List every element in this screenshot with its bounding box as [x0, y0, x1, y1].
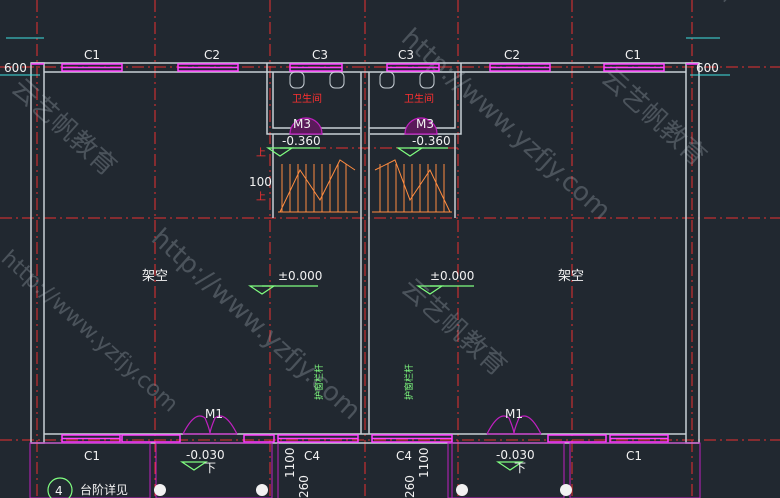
railing-note: 护窗栏杆 — [313, 364, 325, 400]
label-m3: M3 — [293, 117, 311, 131]
stair-down-label: 下 — [514, 461, 526, 475]
step-dots — [154, 484, 572, 496]
elevation-bath: -0.360 — [282, 134, 321, 148]
label-c3: C3 — [312, 48, 328, 62]
elevation-ground: ±0.000 — [430, 269, 474, 283]
floor-plan-drawing: http://www.yzfjy.com http://www.yzfjy.co… — [0, 0, 780, 498]
label-c2: C2 — [204, 48, 220, 62]
dim-100: 100 — [249, 175, 272, 189]
step-detail-note: 台阶详见 — [80, 482, 128, 497]
room-label-open-space: 架空 — [558, 269, 584, 284]
label-c2: C2 — [504, 48, 520, 62]
stairs-left — [278, 159, 358, 213]
axis-grid — [0, 0, 780, 498]
label-c1: C1 — [625, 48, 641, 62]
label-m3: M3 — [416, 117, 434, 131]
elevation-bath: -0.360 — [412, 134, 451, 148]
label-c4: C4 — [396, 449, 412, 463]
dim-1100: 1100 — [417, 447, 431, 478]
label-c1: C1 — [84, 449, 100, 463]
elevation-entry: -0.030 — [496, 448, 535, 462]
watermark-brand: 云艺帆教育 — [595, 63, 712, 172]
stair-up-label: 上 — [256, 147, 266, 159]
label-m1: M1 — [205, 407, 223, 421]
room-label-bathroom: 卫生间 — [292, 92, 322, 105]
bathroom-fixtures — [289, 71, 435, 89]
elevation-entry: -0.030 — [186, 448, 225, 462]
detail-number: 4 — [55, 484, 63, 498]
dim-260: 260 — [403, 475, 417, 498]
label-c4: C4 — [304, 449, 320, 463]
railing-note: 护窗栏杆 — [403, 364, 415, 400]
watermark-fragment: yzfjy — [707, 0, 762, 4]
label-c3: C3 — [398, 48, 414, 62]
stair-up-label: 上 — [256, 191, 266, 203]
dim-260: 260 — [297, 475, 311, 498]
watermark-brand: 云艺帆教育 — [5, 73, 122, 182]
room-label-open-space: 架空 — [142, 269, 168, 284]
dim-600: 600 — [696, 61, 719, 75]
label-c1: C1 — [626, 449, 642, 463]
label-m1: M1 — [505, 407, 523, 421]
room-label-bathroom: 卫生间 — [404, 92, 434, 105]
dim-1100: 1100 — [283, 447, 297, 478]
stair-down-label: 下 — [204, 461, 216, 475]
elevation-ground: ±0.000 — [278, 269, 322, 283]
stairs-right — [372, 159, 452, 213]
dim-600: 600 — [4, 61, 27, 75]
label-c1: C1 — [84, 48, 100, 62]
